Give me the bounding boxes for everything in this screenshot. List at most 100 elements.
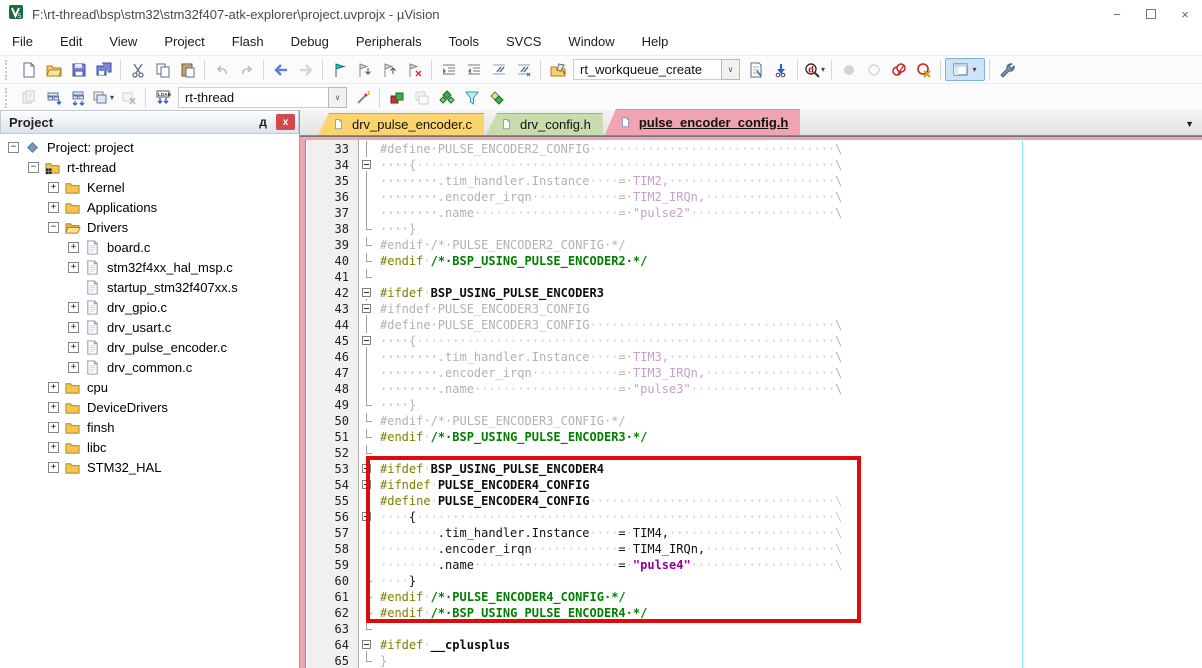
find-in-files-button[interactable] (545, 58, 570, 81)
collapse-icon[interactable]: − (48, 222, 59, 233)
target-select-combo-dropdown-button[interactable]: ∨ (328, 87, 347, 108)
fold-collapse-box[interactable] (359, 509, 374, 525)
tab-list-dropdown-icon[interactable]: ▼ (1185, 119, 1194, 129)
new-file-button[interactable] (16, 58, 41, 81)
tree-item-drv-gpio-c[interactable]: +drv_gpio.c (0, 297, 299, 317)
close-button[interactable]: × (1168, 0, 1202, 28)
expand-icon[interactable]: + (68, 342, 79, 353)
undo-button[interactable] (209, 58, 234, 81)
collapse-icon[interactable]: − (28, 162, 39, 173)
window-layout-dropdown-arrow[interactable]: ▾ (972, 65, 976, 74)
configure-tools-button[interactable] (994, 58, 1019, 81)
tree-item-applications[interactable]: +Applications (0, 197, 299, 217)
code-editor[interactable]: 33#define·PULSE_ENCODER2_CONFIG·········… (300, 140, 1202, 668)
bookmark-next-button[interactable] (352, 58, 377, 81)
search-text-combo-input[interactable] (573, 59, 721, 80)
insert-remove-breakpoint-button[interactable] (836, 58, 861, 81)
options-for-target-button[interactable] (350, 86, 375, 109)
pin-icon[interactable]: д (254, 113, 272, 131)
rebuild-all-button[interactable] (66, 86, 91, 109)
find-next-button[interactable] (768, 58, 793, 81)
expand-icon[interactable]: + (68, 362, 79, 373)
tree-item-board-c[interactable]: +board.c (0, 237, 299, 257)
search-text-combo-dropdown-button[interactable]: ∨ (721, 59, 740, 80)
save-button[interactable] (66, 58, 91, 81)
expand-icon[interactable]: + (68, 262, 79, 273)
multi-project-workspace-button[interactable] (409, 86, 434, 109)
outdent-button[interactable] (461, 58, 486, 81)
tree-item-libc[interactable]: +libc (0, 437, 299, 457)
start-stop-debug-session-dropdown-arrow[interactable]: ▾ (821, 65, 825, 74)
stop-build-button[interactable] (116, 86, 141, 109)
collapse-icon[interactable]: − (8, 142, 19, 153)
fold-collapse-box[interactable] (359, 157, 374, 173)
expand-icon[interactable]: + (48, 402, 59, 413)
build-button[interactable] (41, 86, 66, 109)
lookup-word-button[interactable] (743, 58, 768, 81)
project-panel-close-button[interactable]: x (276, 114, 295, 130)
tab-drv_config-h[interactable]: drv_config.h (486, 113, 603, 135)
menu-flash[interactable]: Flash (232, 34, 264, 49)
menu-view[interactable]: View (109, 34, 137, 49)
menu-tools[interactable]: Tools (449, 34, 479, 49)
minimize-button[interactable]: − (1100, 0, 1134, 28)
tree-item-kernel[interactable]: +Kernel (0, 177, 299, 197)
expand-icon[interactable]: + (48, 462, 59, 473)
expand-icon[interactable]: + (48, 382, 59, 393)
menu-debug[interactable]: Debug (291, 34, 329, 49)
fold-collapse-box[interactable] (359, 637, 374, 653)
bookmark-previous-button[interactable] (377, 58, 402, 81)
fold-collapse-box[interactable] (359, 461, 374, 477)
window-layout-button[interactable]: ▾ (945, 58, 985, 81)
menu-svcs[interactable]: SVCS (506, 34, 541, 49)
pack-installer-button[interactable] (484, 86, 509, 109)
batch-build-button[interactable]: ▾ (91, 86, 116, 109)
tree-item-drv-usart-c[interactable]: +drv_usart.c (0, 317, 299, 337)
save-all-button[interactable] (91, 58, 116, 81)
tree-item-drv-common-c[interactable]: +drv_common.c (0, 357, 299, 377)
menu-help[interactable]: Help (642, 34, 669, 49)
menu-peripherals[interactable]: Peripherals (356, 34, 422, 49)
target-select-combo-input[interactable] (178, 87, 328, 108)
navigate-back-button[interactable] (268, 58, 293, 81)
select-software-packs-button[interactable] (459, 86, 484, 109)
navigate-forward-button[interactable] (293, 58, 318, 81)
toolbar-build-grip[interactable] (5, 88, 11, 108)
fold-collapse-box[interactable] (359, 333, 374, 349)
translate-file-button[interactable] (16, 86, 41, 109)
expand-icon[interactable]: + (48, 202, 59, 213)
paste-button[interactable] (175, 58, 200, 81)
indent-button[interactable] (436, 58, 461, 81)
tree-item-stm32-hal[interactable]: +STM32_HAL (0, 457, 299, 477)
tree-item-startup-stm32f407xx-s[interactable]: startup_stm32f407xx.s (0, 277, 299, 297)
copy-button[interactable] (150, 58, 175, 81)
fold-collapse-box[interactable] (359, 477, 374, 493)
tab-drv_pulse_encoder-c[interactable]: drv_pulse_encoder.c (318, 113, 484, 135)
kill-all-breakpoints-button[interactable] (911, 58, 936, 81)
expand-icon[interactable]: + (68, 322, 79, 333)
expand-icon[interactable]: + (48, 442, 59, 453)
expand-icon[interactable]: + (48, 422, 59, 433)
open-file-button[interactable] (41, 58, 66, 81)
enable-disable-breakpoint-button[interactable] (861, 58, 886, 81)
toolbar-main-grip[interactable] (5, 60, 11, 80)
fold-collapse-box[interactable] (359, 301, 374, 317)
uncomment-selection-button[interactable] (511, 58, 536, 81)
expand-icon[interactable]: + (68, 302, 79, 313)
start-stop-debug-session-button[interactable]: d▾ (802, 58, 827, 81)
comment-selection-button[interactable] (486, 58, 511, 81)
disable-all-breakpoints-button[interactable] (886, 58, 911, 81)
download-to-flash-button[interactable]: LOAD (150, 86, 175, 109)
menu-window[interactable]: Window (568, 34, 614, 49)
expand-icon[interactable]: + (48, 182, 59, 193)
menu-edit[interactable]: Edit (60, 34, 82, 49)
tree-item-rt-thread[interactable]: −rt-thread (0, 157, 299, 177)
bookmark-toggle-button[interactable] (327, 58, 352, 81)
manage-project-items-button[interactable] (384, 86, 409, 109)
bookmark-clear-all-button[interactable] (402, 58, 427, 81)
fold-collapse-box[interactable] (359, 285, 374, 301)
expand-icon[interactable]: + (68, 242, 79, 253)
manage-run-time-environment-button[interactable] (434, 86, 459, 109)
tab-pulse_encoder_config-h[interactable]: pulse_encoder_config.h (605, 109, 801, 135)
tree-item-stm32f4xx-hal-msp-c[interactable]: +stm32f4xx_hal_msp.c (0, 257, 299, 277)
